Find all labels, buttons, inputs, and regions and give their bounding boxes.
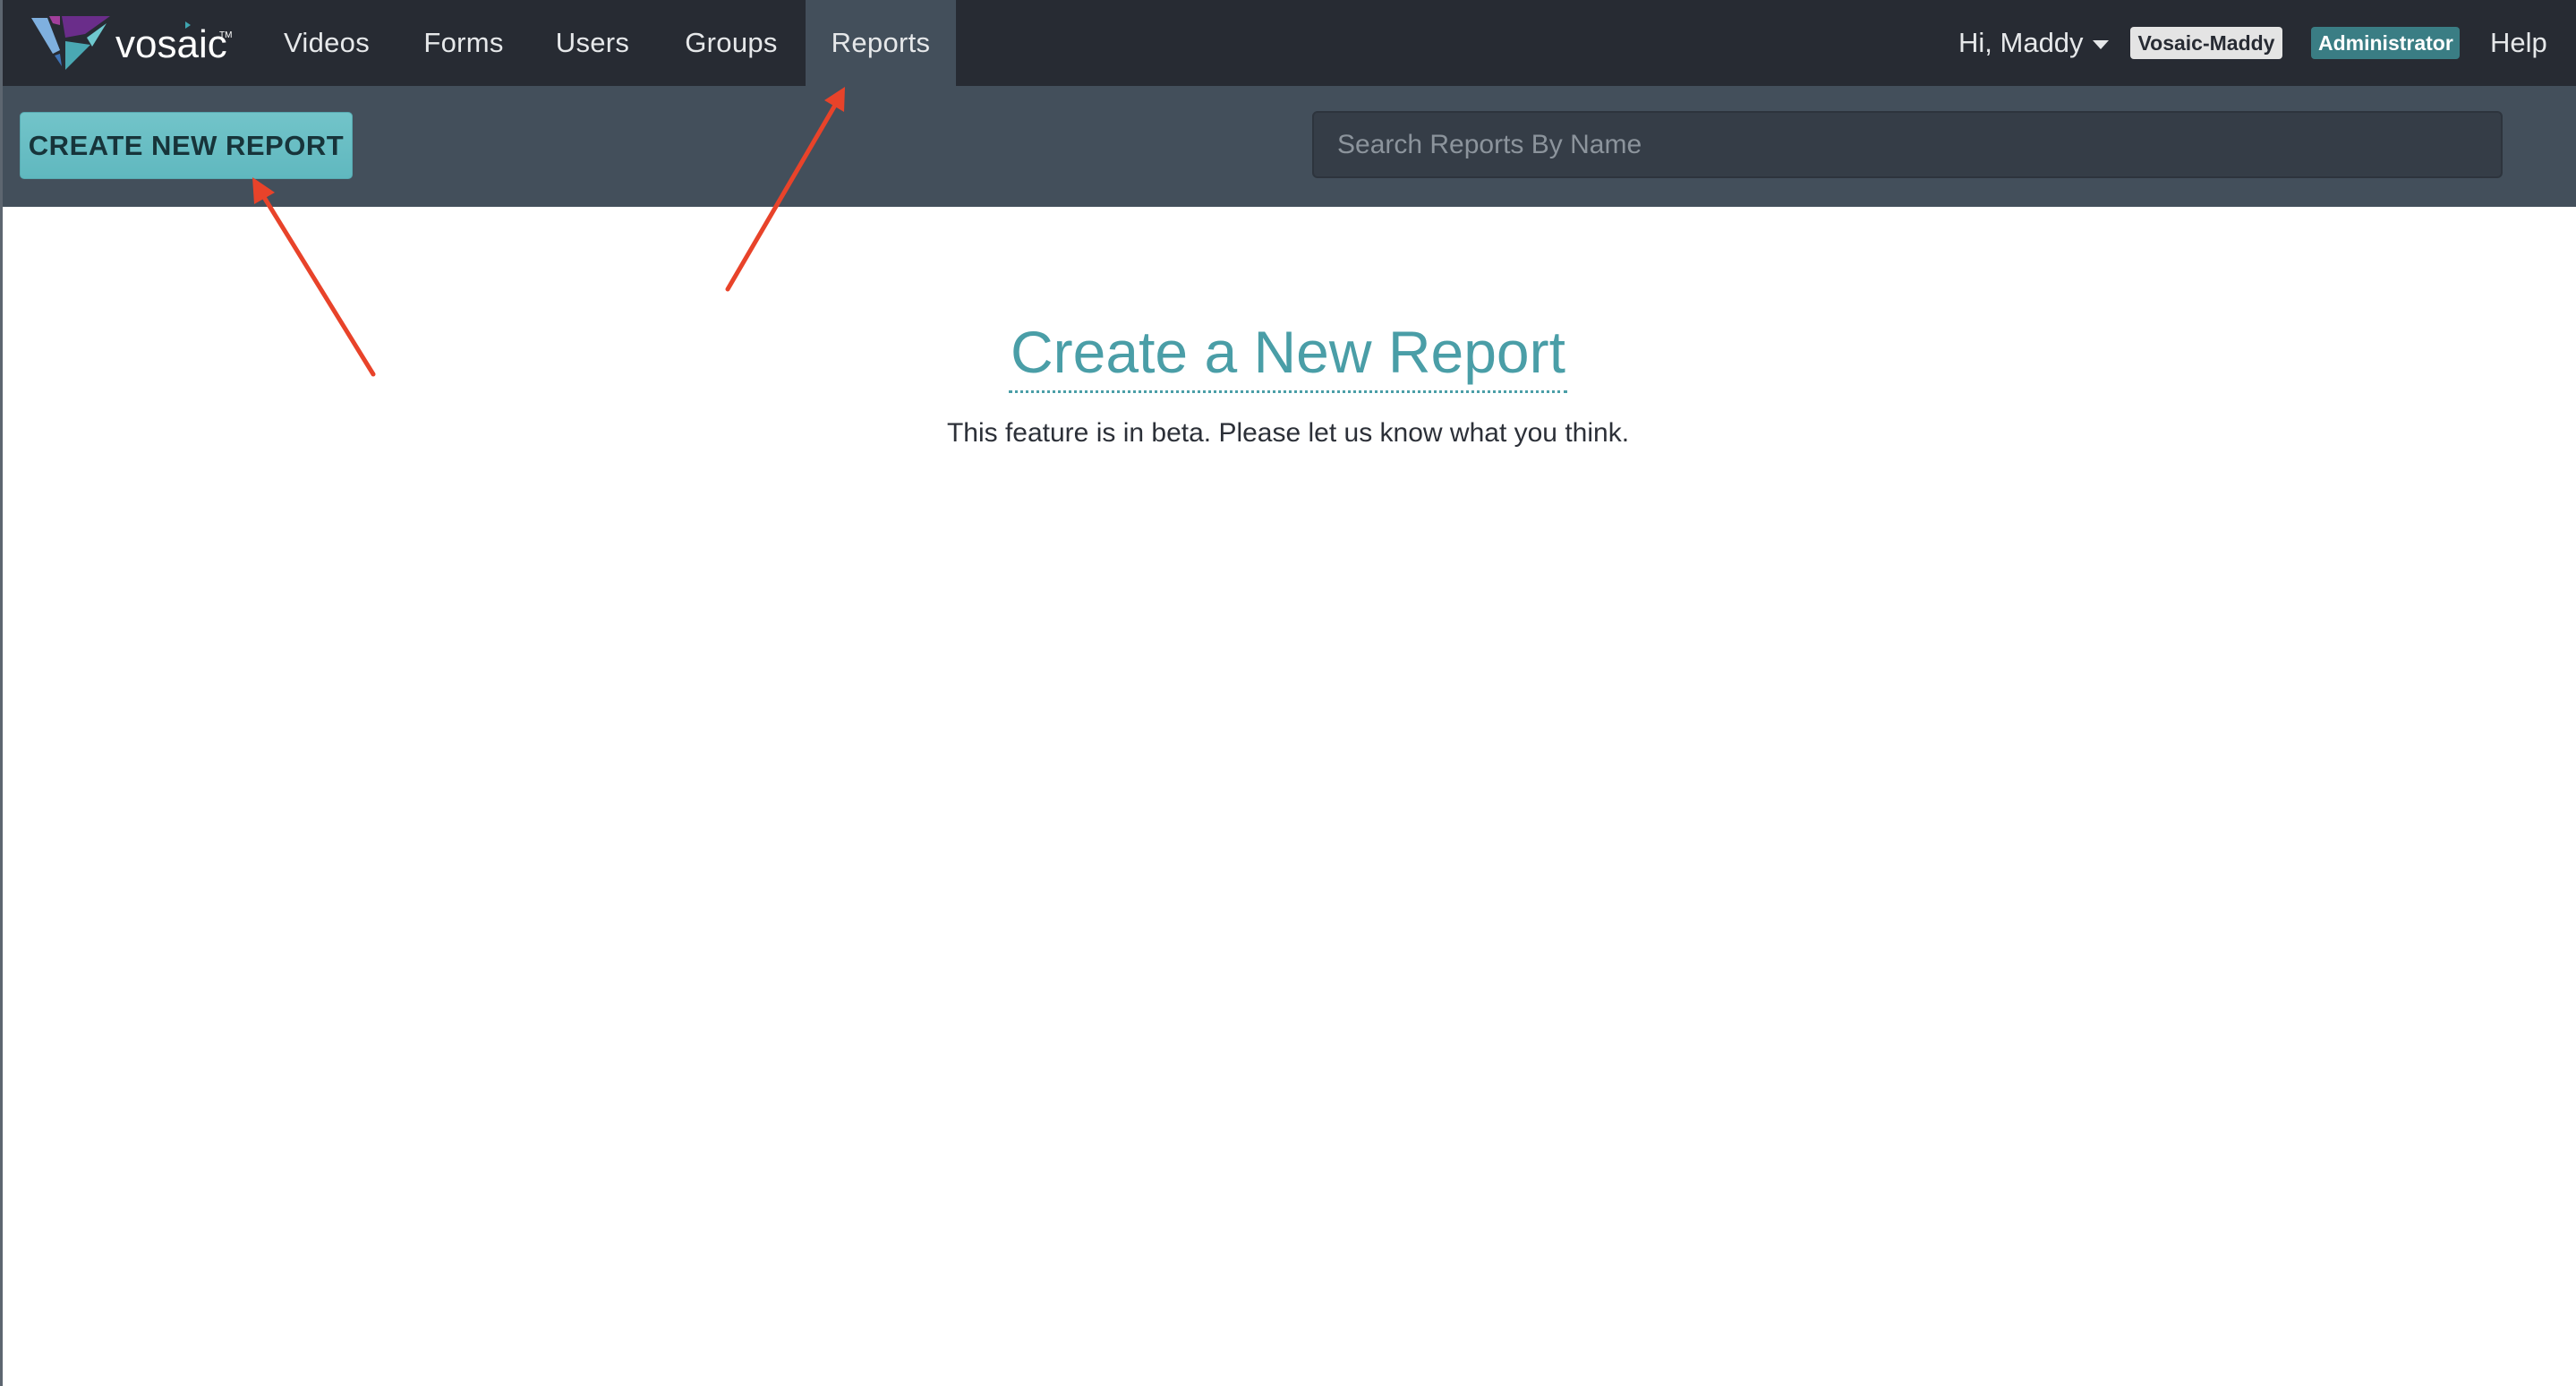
top-navbar: vosaic TM Videos Forms Users Groups Repo… [0, 0, 2576, 86]
nav-users[interactable]: Users [539, 0, 646, 86]
help-link[interactable]: Help [2490, 0, 2547, 86]
nav-reports[interactable]: Reports [806, 0, 956, 86]
beta-notice: This feature is in beta. Please let us k… [946, 418, 1630, 448]
nav-videos[interactable]: Videos [269, 0, 385, 86]
annotation-layer [252, 87, 845, 377]
vosaic-logo-icon: vosaic TM [31, 16, 232, 70]
svg-text:vosaic: vosaic [115, 22, 227, 66]
vosaic-logo[interactable]: vosaic TM [30, 14, 235, 73]
svg-text:TM: TM [219, 30, 232, 40]
chevron-down-icon [2092, 39, 2109, 49]
reports-toolbar: CREATE NEW REPORT [0, 86, 2576, 207]
nav-forms[interactable]: Forms [408, 0, 519, 86]
page-title[interactable]: Create a New Report [1009, 315, 1567, 393]
account-badge: Vosaic-Maddy [2130, 27, 2282, 59]
role-badge: Administrator [2311, 27, 2460, 59]
nav-groups[interactable]: Groups [670, 0, 793, 86]
page-heading-wrap: Create a New Report [0, 315, 2576, 393]
user-greeting: Hi, Maddy [1958, 27, 2084, 58]
create-new-report-button[interactable]: CREATE NEW REPORT [20, 112, 353, 179]
user-menu[interactable]: Hi, Maddy [1958, 0, 2109, 86]
search-reports-input[interactable] [1312, 111, 2503, 178]
window-edge [0, 0, 3, 1386]
